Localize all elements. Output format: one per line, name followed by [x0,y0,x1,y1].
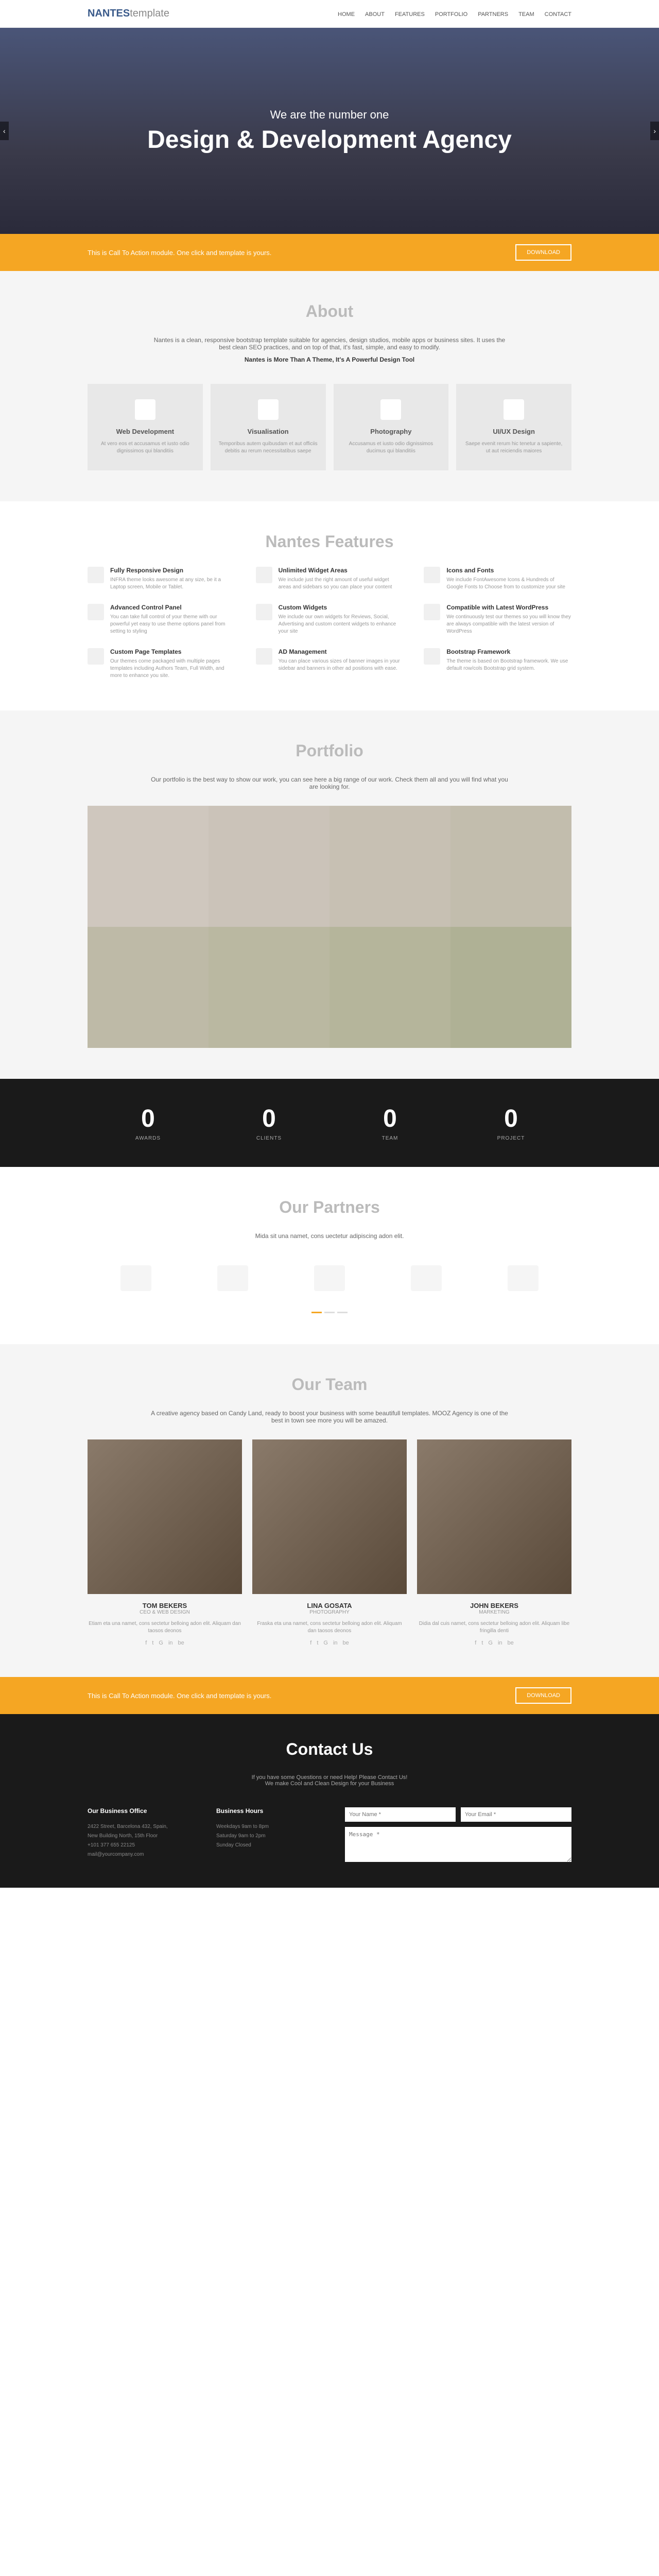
partner-logo[interactable] [411,1265,442,1291]
nav-features[interactable]: FEATURES [395,11,425,18]
card-icon [135,399,155,420]
social-links[interactable]: ftGinbe [417,1640,571,1646]
hero-prev-arrow[interactable]: ‹ [0,122,9,140]
feature-item: Advanced Control PanelYou can take full … [88,604,235,635]
card-icon [258,399,279,420]
team-member: JOHN BEKERSMARKETINGDidia dal cuis namet… [417,1439,571,1646]
portfolio-item[interactable] [330,806,450,927]
stats-section: 0AWARDS0CLIENTS0TEAM0PROJECT [0,1079,659,1167]
cta-bar: This is Call To Action module. One click… [0,234,659,271]
feature-item: Compatible with Latest WordPressWe conti… [424,604,571,635]
nav-portfolio[interactable]: PORTFOLIO [435,11,467,18]
email-input[interactable] [461,1807,571,1822]
main-nav: HOME ABOUT FEATURES PORTFOLIO PARTNERS TEAM CO… [338,9,571,19]
cta-text: This is Call To Action module. One click… [88,249,271,257]
portfolio-desc: Our portfolio is the best way to show ou… [149,776,510,790]
about-card: PhotographyAccusamus et iusto odio digni… [334,384,449,470]
social-links[interactable]: ftGinbe [252,1640,407,1646]
feature-icon [424,567,440,583]
team-member: TOM BEKERSCEO & WEB DESIGNEtiam eta una … [88,1439,242,1646]
feature-item: Icons and FontsWe include FontAwesome Ic… [424,567,571,591]
portfolio-title: Portfolio [88,741,571,760]
feature-icon [88,567,104,583]
portfolio-item[interactable] [88,927,209,1048]
about-desc: Nantes is a clean, responsive bootstrap … [149,336,510,363]
team-desc: A creative agency based on Candy Land, r… [149,1410,510,1424]
partners-section: Our Partners Mida sit una namet, cons ue… [0,1167,659,1344]
cta-text-2: This is Call To Action module. One click… [88,1692,271,1700]
team-photo [252,1439,407,1594]
partners-title: Our Partners [88,1198,571,1217]
cta-bar-2: This is Call To Action module. One click… [0,1677,659,1714]
about-card: VisualisationTemporibus autem quibusdam … [211,384,326,470]
nav-contact[interactable]: CONTACT [545,11,571,18]
portfolio-item[interactable] [450,806,571,927]
team-member: LINA GOSATAPHOTOGRAPHYFraska eta una nam… [252,1439,407,1646]
download-button-2[interactable]: DOWNLOAD [515,1687,571,1704]
features-title: Nantes Features [88,532,571,551]
team-title: Our Team [88,1375,571,1394]
portfolio-item[interactable] [450,927,571,1048]
nav-team[interactable]: TEAM [518,11,534,18]
logo[interactable]: NANTEStemplate [88,8,169,20]
hero-next-arrow[interactable]: › [650,122,659,140]
team-photo [88,1439,242,1594]
partner-logo[interactable] [314,1265,345,1291]
feature-icon [424,648,440,665]
contact-title: Contact Us [88,1740,571,1759]
partner-pagination[interactable] [88,1312,571,1313]
partners-desc: Mida sit una namet, cons uectetur adipis… [149,1232,510,1240]
header: NANTEStemplate HOME ABOUT FEATURES PORTFOLI… [0,0,659,28]
portfolio-section: Portfolio Our portfolio is the best way … [0,710,659,1079]
hero-subtitle: We are the number one [147,108,512,122]
contact-form [345,1807,571,1862]
contact-desc: If you have some Questions or need Help!… [88,1774,571,1787]
portfolio-item[interactable] [209,927,330,1048]
nav-home[interactable]: HOME [338,11,355,18]
card-icon [380,399,401,420]
name-input[interactable] [345,1807,456,1822]
feature-icon [256,604,272,620]
office-info: Our Business Office2422 Street, Barcelon… [88,1807,201,1862]
card-icon [504,399,524,420]
feature-item: Unlimited Widget AreasWe include just th… [256,567,404,591]
stat-item: 0AWARDS [88,1105,209,1141]
feature-item: AD ManagementYou can place various sizes… [256,648,404,680]
hero-title: Design & Development Agency [147,127,512,154]
feature-icon [256,648,272,665]
features-section: Nantes Features Fully Responsive DesignI… [0,501,659,710]
feature-icon [88,648,104,665]
team-section: Our Team A creative agency based on Cand… [0,1344,659,1677]
message-input[interactable] [345,1827,571,1862]
feature-icon [88,604,104,620]
contact-section: Contact Us If you have some Questions or… [0,1714,659,1888]
download-button[interactable]: DOWNLOAD [515,244,571,261]
portfolio-item[interactable] [330,927,450,1048]
nav-partners[interactable]: PARTNERS [478,11,508,18]
feature-item: Bootstrap FrameworkThe theme is based on… [424,648,571,680]
partner-logo[interactable] [508,1265,539,1291]
stat-item: 0TEAM [330,1105,450,1141]
feature-icon [424,604,440,620]
partner-logo[interactable] [217,1265,248,1291]
partner-logo[interactable] [120,1265,151,1291]
portfolio-item[interactable] [209,806,330,927]
nav-about[interactable]: ABOUT [365,11,385,18]
feature-item: Custom WidgetsWe include our own widgets… [256,604,404,635]
feature-item: Fully Responsive DesignINFRA theme looks… [88,567,235,591]
about-card: UI/UX DesignSaepe evenit rerum hic tenet… [456,384,571,470]
social-links[interactable]: ftGinbe [88,1640,242,1646]
stat-item: 0CLIENTS [209,1105,330,1141]
feature-icon [256,567,272,583]
stat-item: 0PROJECT [450,1105,571,1141]
feature-item: Custom Page TemplatesOur themes come pac… [88,648,235,680]
about-title: About [88,302,571,321]
team-photo [417,1439,571,1594]
hero-section: ‹ We are the number one Design & Develop… [0,28,659,234]
about-card: Web DevelopmentAt vero eos et accusamus … [88,384,203,470]
about-section: About Nantes is a clean, responsive boot… [0,271,659,501]
hours-info: Business HoursWeekdays 9am to 8pmSaturda… [216,1807,330,1862]
portfolio-item[interactable] [88,806,209,927]
